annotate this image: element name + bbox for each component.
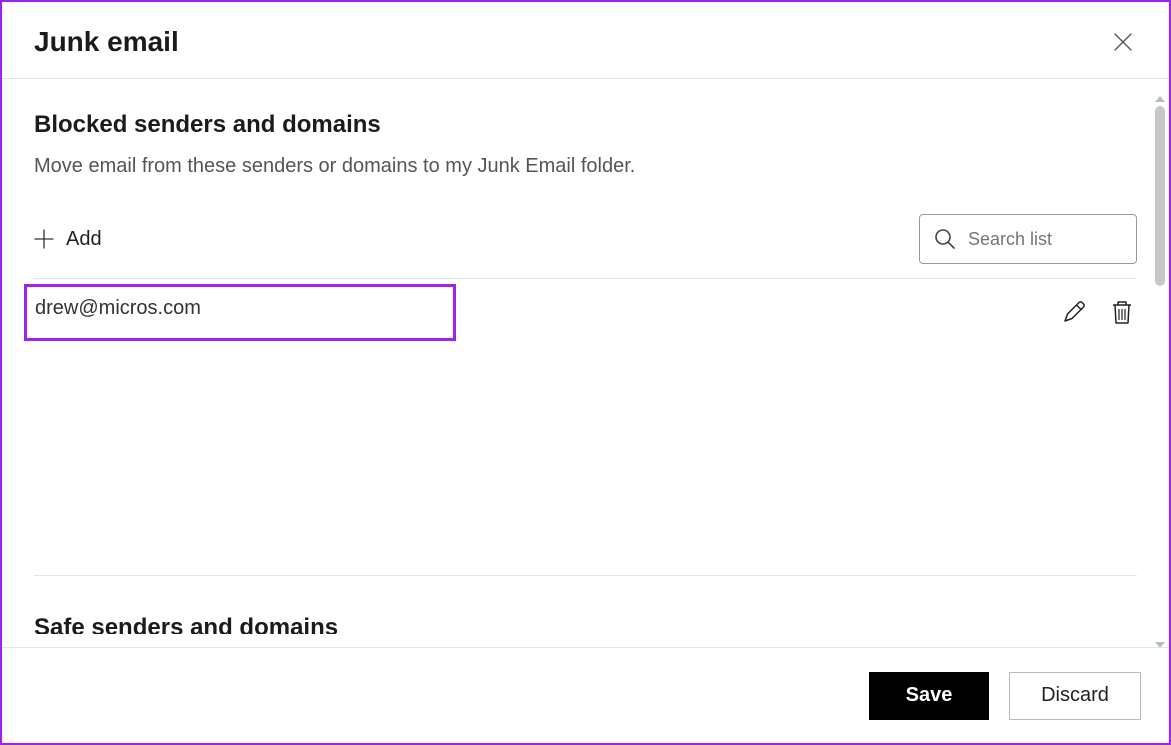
close-button[interactable]	[1109, 28, 1137, 56]
add-search-row: Add	[34, 214, 1137, 279]
trash-icon	[1110, 299, 1134, 325]
row-actions	[1061, 299, 1135, 325]
dialog-footer: Save Discard	[2, 647, 1169, 743]
save-button[interactable]: Save	[869, 672, 989, 720]
search-icon	[934, 228, 956, 250]
add-button[interactable]: Add	[34, 228, 102, 251]
discard-button[interactable]: Discard	[1009, 672, 1141, 720]
add-label: Add	[66, 228, 102, 251]
delete-button[interactable]	[1109, 299, 1135, 325]
scroll-thumb[interactable]	[1155, 106, 1165, 286]
scrollbar[interactable]	[1153, 94, 1167, 650]
pencil-icon	[1061, 299, 1087, 325]
search-box[interactable]	[919, 214, 1137, 264]
blocked-section-title: Blocked senders and domains	[34, 111, 1137, 139]
blocked-list-row: drew@micros.com	[34, 285, 1137, 339]
search-input[interactable]	[968, 229, 1169, 250]
close-icon	[1113, 32, 1133, 52]
plus-icon	[34, 229, 54, 249]
blocked-email-entry[interactable]: drew@micros.com	[24, 284, 456, 341]
blocked-section-description: Move email from these senders or domains…	[34, 155, 1137, 178]
content-area: Blocked senders and domains Move email f…	[2, 79, 1169, 634]
scroll-up-arrow-icon[interactable]	[1155, 96, 1165, 102]
dialog-header: Junk email	[2, 2, 1169, 79]
section-divider	[34, 575, 1137, 576]
safe-section-title: Safe senders and domains	[34, 614, 1137, 634]
edit-button[interactable]	[1061, 299, 1087, 325]
dialog-title: Junk email	[34, 26, 179, 58]
